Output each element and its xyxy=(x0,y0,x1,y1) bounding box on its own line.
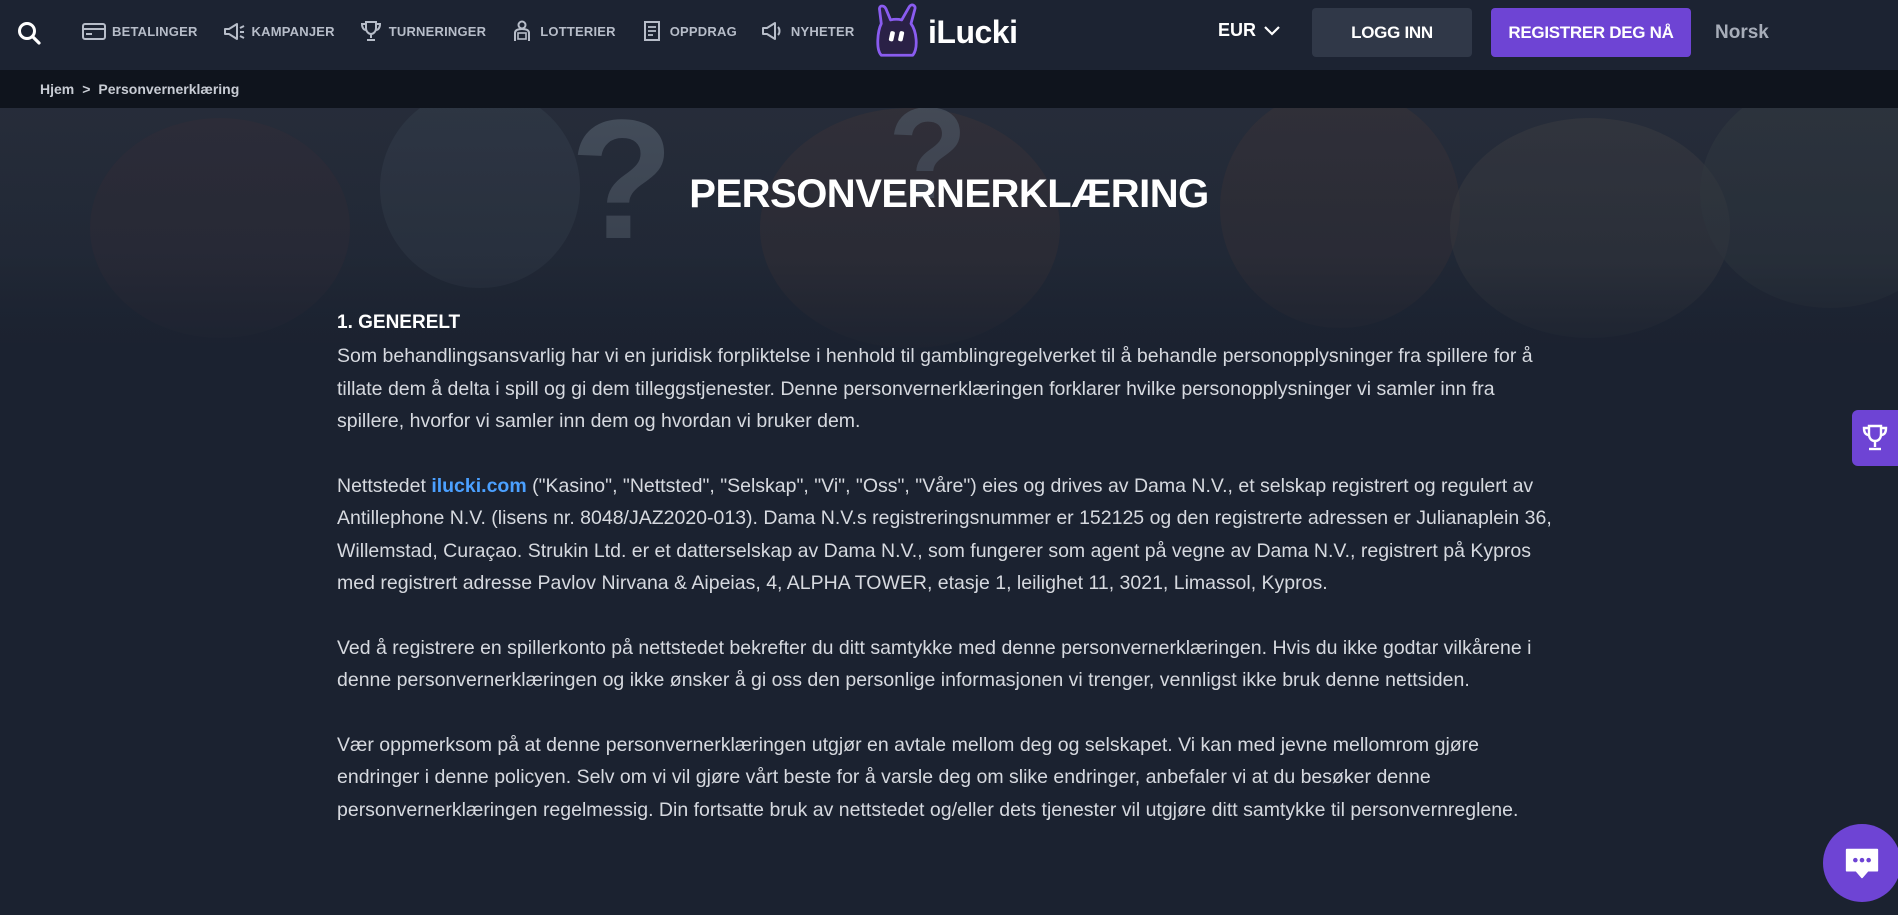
nav-label: KAMPANJER xyxy=(251,23,335,39)
nav-item-kampanjer[interactable]: KAMPANJER xyxy=(222,20,335,42)
language-selector[interactable]: Norsk xyxy=(1715,22,1769,44)
trophy-icon xyxy=(1862,424,1888,451)
logo-mascot-icon xyxy=(876,3,918,57)
nav-label: NYHETER xyxy=(790,23,855,39)
ilucki-link[interactable]: ilucki.com xyxy=(431,475,526,497)
paragraph-3: Ved å registrere en spillerkonto på nett… xyxy=(337,636,1532,692)
currency-selector[interactable]: EUR xyxy=(1218,20,1280,41)
login-button[interactable]: LOGG INN xyxy=(1312,8,1472,57)
register-button[interactable]: REGISTRER DEG NÅ xyxy=(1491,8,1691,57)
live-chat-button[interactable] xyxy=(1823,824,1898,902)
tournaments-side-tab[interactable] xyxy=(1852,410,1898,466)
section-heading: 1. GENERELT xyxy=(337,312,461,333)
card-icon xyxy=(82,23,106,40)
logo-text: iLucki xyxy=(928,13,1018,50)
chat-bubble-icon xyxy=(1845,848,1879,879)
top-navigation-bar: BETALINGER KAMPANJER TURNERINGER LOTTERI… xyxy=(0,0,1898,70)
breadcrumb: Hjem > Personvernerklæring xyxy=(0,70,1898,108)
scrollbar[interactable] xyxy=(1884,70,1898,108)
nav-item-oppdrag[interactable]: OPPDRAG xyxy=(640,20,737,42)
breadcrumb-separator: > xyxy=(82,81,91,97)
nav-label: LOTTERIER xyxy=(540,23,616,39)
currency-value: EUR xyxy=(1218,20,1257,40)
search-icon[interactable] xyxy=(16,20,42,46)
nav-item-betalinger[interactable]: BETALINGER xyxy=(82,20,198,42)
paragraph-1: Som behandlingsansvarlig har vi en jurid… xyxy=(337,345,1533,432)
breadcrumb-current: Personvernerklæring xyxy=(98,81,240,97)
paragraph-4: Vær oppmerksom på at denne personvernerk… xyxy=(337,733,1519,821)
page-title: PERSONVERNERKLÆRING xyxy=(689,172,1209,216)
breadcrumb-home-link[interactable]: Hjem xyxy=(40,81,74,97)
nav-label: OPPDRAG xyxy=(669,23,737,39)
paragraph-2-prefix: Nettstedet xyxy=(337,474,432,497)
mission-icon xyxy=(643,21,660,41)
megaphone-icon xyxy=(223,23,244,40)
nav-label: BETALINGER xyxy=(112,23,198,39)
paragraph-2: Nettstedet ilucki.com ("Kasino", "Nettst… xyxy=(337,470,1557,600)
nav-item-nyheter[interactable]: NYHETER xyxy=(761,20,855,42)
privacy-policy-content: 1. GENERELT Som behandlingsansvarlig har… xyxy=(337,310,1557,858)
trophy-icon xyxy=(360,21,381,41)
nav-item-lotterier[interactable]: LOTTERIER xyxy=(510,20,616,42)
nav-item-turneringer[interactable]: TURNERINGER xyxy=(359,20,487,42)
main-nav: BETALINGER KAMPANJER TURNERINGER LOTTERI… xyxy=(82,0,926,62)
lottery-icon xyxy=(514,20,531,41)
chevron-down-icon xyxy=(1264,25,1280,36)
ilucki-logo[interactable]: iLucki xyxy=(872,0,1018,64)
nav-label: TURNERINGER xyxy=(388,23,487,39)
news-icon xyxy=(761,22,781,40)
